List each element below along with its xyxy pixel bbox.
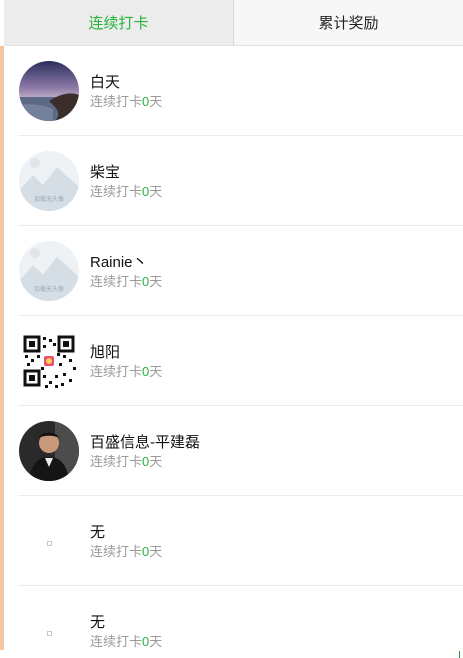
list-item[interactable]: 无 连续打卡0天	[4, 496, 463, 586]
svg-text:加载无头像: 加载无头像	[34, 195, 64, 203]
landscape-photo-icon	[19, 61, 79, 121]
checkin-status: 连续打卡0天	[90, 94, 163, 109]
svg-text:加载无头像: 加载无头像	[34, 285, 64, 293]
list-item[interactable]: 加载无头像 柴宝 连续打卡0天	[4, 136, 463, 226]
checkin-status: 连续打卡0天	[90, 544, 163, 559]
qr-code-icon	[19, 331, 79, 391]
person-photo-icon	[19, 421, 79, 481]
tab-bar: 连续打卡 累计奖励	[4, 0, 463, 46]
avatar: 加载无头像	[19, 151, 79, 211]
user-name: 白天	[90, 74, 121, 91]
checkin-list: 白天 连续打卡0天 加载无头像 柴宝 连续打卡0天 加载无头像 Rainie丶 …	[4, 46, 463, 650]
placeholder-image-icon: 加载无头像	[19, 151, 79, 211]
tab-cumulative-rewards[interactable]: 累计奖励	[234, 0, 463, 45]
list-item[interactable]: 白天 连续打卡0天	[4, 46, 463, 136]
avatar: 加载无头像	[19, 241, 79, 301]
avatar	[19, 421, 79, 481]
list-item[interactable]: 旭阳 连续打卡0天	[4, 316, 463, 406]
checkin-status: 连续打卡0天	[90, 184, 163, 199]
avatar	[19, 61, 79, 121]
list-item[interactable]: 百盛信息-平建磊 连续打卡0天	[4, 406, 463, 496]
user-name: 百盛信息-平建磊	[90, 434, 200, 451]
list-item[interactable]: 加载无头像 Rainie丶 连续打卡0天	[4, 226, 463, 316]
checkin-status: 连续打卡0天	[90, 454, 163, 469]
tab-consecutive-checkin[interactable]: 连续打卡	[4, 0, 234, 45]
placeholder-image-icon: 加载无头像	[19, 241, 79, 301]
user-name: 无	[90, 614, 106, 631]
checkin-status: 连续打卡0天	[90, 634, 163, 649]
user-name: 无	[90, 524, 106, 541]
list-item[interactable]: 无 连续打卡0天	[4, 586, 463, 650]
broken-image-icon	[47, 631, 52, 636]
user-name: 柴宝	[90, 164, 121, 181]
scroll-indicator	[459, 651, 460, 658]
checkin-status: 连续打卡0天	[90, 364, 163, 379]
checkin-status: 连续打卡0天	[90, 274, 163, 289]
user-name: Rainie丶	[90, 254, 148, 271]
avatar	[19, 331, 79, 391]
user-name: 旭阳	[90, 344, 121, 361]
broken-image-icon	[47, 541, 52, 546]
